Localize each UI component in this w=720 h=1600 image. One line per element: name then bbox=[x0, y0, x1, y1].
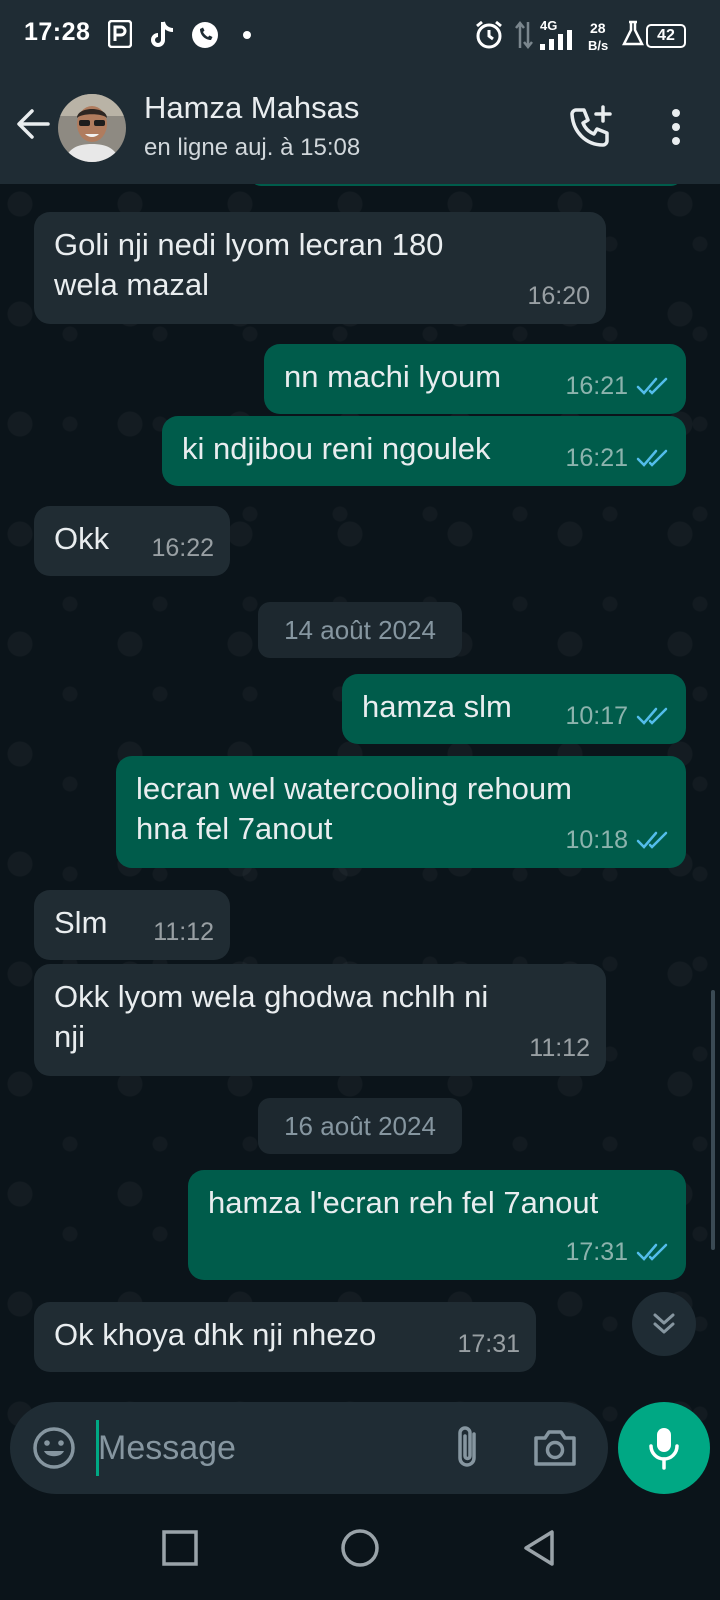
message-incoming[interactable]: Okk 16:22 bbox=[34, 506, 230, 576]
message-outgoing[interactable]: hamza l'ecran reh fel 7anout 17:31 bbox=[188, 1170, 686, 1280]
message-meta: 10:18 bbox=[565, 820, 670, 860]
read-receipt-icon bbox=[636, 831, 668, 849]
message-text: Okk lyom wela ghodwa nchlh ni nji bbox=[54, 977, 488, 1057]
dot-icon bbox=[243, 31, 251, 39]
message-composer bbox=[10, 1402, 608, 1494]
add-call-icon[interactable] bbox=[568, 104, 614, 150]
message-text: hamza l'ecran reh fel 7anout bbox=[208, 1185, 599, 1220]
data-arrows-icon bbox=[515, 20, 533, 50]
contact-name[interactable]: Hamza Mahsas bbox=[144, 90, 359, 126]
date-separator: 14 août 2024 bbox=[258, 602, 462, 658]
message-outgoing[interactable]: nn machi lyoum 16:21 bbox=[264, 344, 686, 414]
parking-icon bbox=[108, 20, 132, 48]
message-time: 16:22 bbox=[151, 534, 214, 562]
scroll-to-bottom-button[interactable] bbox=[632, 1292, 696, 1356]
message-text: Goli nji nedi lyom lecran 180 wela mazal bbox=[54, 225, 443, 305]
message-input[interactable] bbox=[98, 1416, 428, 1480]
message-time: 10:18 bbox=[565, 826, 628, 854]
voice-message-button[interactable] bbox=[618, 1402, 710, 1494]
read-receipt-icon bbox=[636, 1243, 668, 1261]
message-meta: 17:31 bbox=[457, 1324, 520, 1364]
flask-icon bbox=[622, 20, 644, 46]
message-time: 17:31 bbox=[457, 1330, 520, 1358]
message-outgoing[interactable]: ki ndjibou reni ngoulek 16:21 bbox=[162, 416, 686, 486]
message-text: lecran wel watercooling rehoum hna fel 7… bbox=[136, 769, 572, 849]
message-meta: 11:12 bbox=[153, 912, 214, 952]
recent-apps-icon[interactable] bbox=[158, 1526, 202, 1570]
previous-message-edge bbox=[250, 184, 682, 186]
message-line: nji bbox=[54, 1019, 86, 1054]
speed-value: 28 bbox=[590, 20, 606, 36]
signal-icon bbox=[540, 30, 572, 50]
message-meta: 16:21 bbox=[565, 438, 670, 478]
camera-icon[interactable] bbox=[532, 1426, 578, 1470]
message-line: wela mazal bbox=[54, 267, 210, 302]
microphone-icon bbox=[649, 1428, 679, 1470]
status-time: 17:28 bbox=[24, 18, 91, 46]
message-time: 17:31 bbox=[565, 1238, 628, 1266]
message-time: 16:21 bbox=[565, 444, 628, 472]
read-receipt-icon bbox=[636, 707, 668, 725]
whatsapp-icon bbox=[192, 22, 218, 48]
tiktok-icon bbox=[151, 21, 174, 47]
message-text: nn machi lyoum bbox=[284, 359, 502, 394]
double-chevron-down-icon bbox=[653, 1313, 675, 1334]
message-meta: 17:31 bbox=[565, 1232, 670, 1272]
message-incoming[interactable]: Goli nji nedi lyom lecran 180 wela mazal… bbox=[34, 212, 606, 324]
chat-area[interactable]: Goli nji nedi lyom lecran 180 wela mazal… bbox=[0, 184, 720, 1494]
message-outgoing[interactable]: lecran wel watercooling rehoum hna fel 7… bbox=[116, 756, 686, 868]
alarm-icon bbox=[476, 20, 502, 49]
message-line: Okk lyom wela ghodwa nchlh ni bbox=[54, 979, 489, 1014]
contact-status: en ligne auj. à 15:08 bbox=[144, 134, 361, 161]
read-receipt-icon bbox=[636, 377, 668, 395]
message-meta: 16:21 bbox=[565, 366, 670, 406]
message-incoming[interactable]: Slm 11:12 bbox=[34, 890, 230, 960]
message-time: 11:12 bbox=[153, 918, 214, 946]
chat-header: Hamza Mahsas en ligne auj. à 15:08 bbox=[0, 72, 720, 184]
scrollbar-thumb[interactable] bbox=[711, 990, 715, 1250]
battery-icon: 42 bbox=[646, 24, 686, 48]
message-text: hamza slm bbox=[362, 689, 512, 724]
message-line: hna fel 7anout bbox=[136, 811, 333, 846]
message-incoming[interactable]: Ok khoya dhk nji nhezo 17:31 bbox=[34, 1302, 536, 1372]
avatar[interactable] bbox=[58, 94, 126, 162]
back-arrow-icon[interactable] bbox=[14, 104, 54, 144]
message-time: 16:21 bbox=[565, 372, 628, 400]
message-meta: 16:22 bbox=[151, 528, 214, 568]
message-time: 16:20 bbox=[527, 282, 590, 310]
message-line: lecran wel watercooling rehoum bbox=[136, 771, 572, 806]
message-time: 10:17 bbox=[565, 702, 628, 730]
message-meta: 10:17 bbox=[565, 696, 670, 736]
battery-level: 42 bbox=[657, 27, 675, 44]
message-line: Goli nji nedi lyom lecran 180 bbox=[54, 227, 444, 262]
date-separator: 16 août 2024 bbox=[258, 1098, 462, 1154]
message-outgoing[interactable]: hamza slm 10:17 bbox=[342, 674, 686, 744]
system-nav-bar bbox=[0, 1494, 720, 1600]
message-text: ki ndjibou reni ngoulek bbox=[182, 431, 491, 466]
message-text: Okk bbox=[54, 521, 110, 556]
more-options-icon[interactable] bbox=[656, 108, 696, 148]
message-meta: 11:12 bbox=[529, 1028, 590, 1068]
home-icon[interactable] bbox=[338, 1526, 382, 1570]
back-nav-icon[interactable] bbox=[518, 1526, 562, 1570]
message-incoming[interactable]: Okk lyom wela ghodwa nchlh ni nji 11:12 bbox=[34, 964, 606, 1076]
message-text: Slm bbox=[54, 905, 108, 940]
paperclip-icon[interactable] bbox=[448, 1424, 488, 1472]
read-receipt-icon bbox=[636, 449, 668, 467]
message-text: Ok khoya dhk nji nhezo bbox=[54, 1317, 377, 1352]
message-time: 11:12 bbox=[529, 1034, 590, 1062]
emoji-icon[interactable] bbox=[32, 1426, 76, 1470]
message-meta: 16:20 bbox=[527, 276, 590, 316]
status-bar: 17:28 4G 28 B/s 42 bbox=[0, 0, 720, 72]
speed-unit: B/s bbox=[588, 38, 609, 53]
